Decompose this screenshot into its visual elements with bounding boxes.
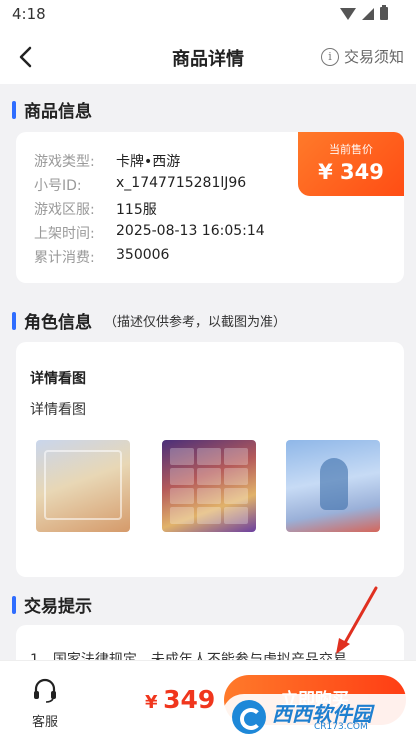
section-accent-bar: [12, 311, 16, 330]
kv-label: 累计消费:: [34, 250, 95, 266]
bottom-price-value: 349: [163, 685, 216, 714]
goods-section-header: 商品信息: [12, 97, 92, 122]
kv-value: x_1747715281lJ96: [116, 175, 247, 191]
goods-section-title: 商品信息: [24, 102, 92, 122]
role-section-subtitle: （描述仅供参考，以截图为准）: [104, 315, 287, 330]
signal-icon: [362, 7, 374, 20]
info-icon: i: [320, 47, 339, 66]
tips-section-title: 交易提示: [24, 597, 92, 617]
kv-row-server: 游戏区服: 115服: [34, 199, 157, 219]
kv-value: 2025-08-13 16:05:14: [116, 223, 265, 239]
wifi-icon: [340, 7, 356, 20]
thumbnail-grid-shape: [170, 448, 248, 524]
thumbnail-character-shape: [320, 458, 348, 510]
kv-value: 350006: [116, 247, 170, 263]
status-bar: 4:18: [0, 0, 416, 30]
price-badge: 当前售价 ¥ 349: [298, 132, 404, 196]
price-badge-value: ¥ 349: [318, 160, 384, 184]
bottom-price: ¥ 349: [145, 685, 215, 714]
customer-service-button[interactable]: 客服: [28, 677, 62, 730]
kv-label: 小号ID:: [34, 178, 82, 194]
status-icons: [340, 5, 388, 20]
kv-row-listed-time: 上架时间: 2025-08-13 16:05:14: [34, 223, 265, 243]
kv-label: 游戏类型:: [34, 154, 95, 170]
detail-description: 详情看图: [30, 402, 86, 418]
role-section-title: 角色信息: [24, 313, 92, 333]
price-badge-label: 当前售价: [329, 143, 373, 156]
screenshot-thumbnail[interactable]: [286, 440, 380, 532]
kv-label: 上架时间:: [34, 226, 95, 242]
screenshot-thumbnail[interactable]: [162, 440, 256, 532]
nav-bar: 商品详情 i 交易须知: [0, 30, 416, 84]
kv-label: 游戏区服:: [34, 202, 95, 218]
battery-icon: [380, 5, 388, 20]
currency-symbol: ¥: [145, 692, 158, 713]
kv-value: 卡牌•西游: [116, 154, 181, 170]
kv-row-account-id: 小号ID: x_1747715281lJ96: [34, 175, 246, 195]
thumbnail-panel-shape: [44, 450, 122, 520]
section-accent-bar: [12, 595, 16, 614]
red-arrow-annotation: [336, 586, 378, 654]
watermark-logo-icon: [232, 700, 266, 734]
status-time: 4:18: [12, 5, 46, 23]
customer-service-label: 客服: [31, 715, 58, 730]
tips-section-header: 交易提示: [12, 592, 92, 617]
goods-info-card: 游戏类型: 卡牌•西游 小号ID: x_1747715281lJ96 游戏区服:…: [16, 132, 404, 283]
kv-value: 115服: [116, 202, 157, 218]
site-watermark: 西西软件园 CR173.COM: [222, 694, 416, 740]
role-section-header: 角色信息 （描述仅供参考，以截图为准）: [12, 308, 286, 333]
section-accent-bar: [12, 100, 16, 119]
trade-notice-label: 交易须知: [343, 48, 404, 66]
headset-icon: [34, 678, 56, 703]
screenshot-thumbnail[interactable]: [36, 440, 130, 532]
kv-row-total-spend: 累计消费: 350006: [34, 247, 169, 267]
detail-title: 详情看图: [30, 371, 86, 387]
kv-row-game-type: 游戏类型: 卡牌•西游: [34, 151, 180, 171]
trade-notice-link[interactable]: i 交易须知: [320, 46, 404, 67]
role-info-card: 详情看图 详情看图: [16, 342, 404, 577]
watermark-url: CR173.COM: [314, 722, 368, 732]
